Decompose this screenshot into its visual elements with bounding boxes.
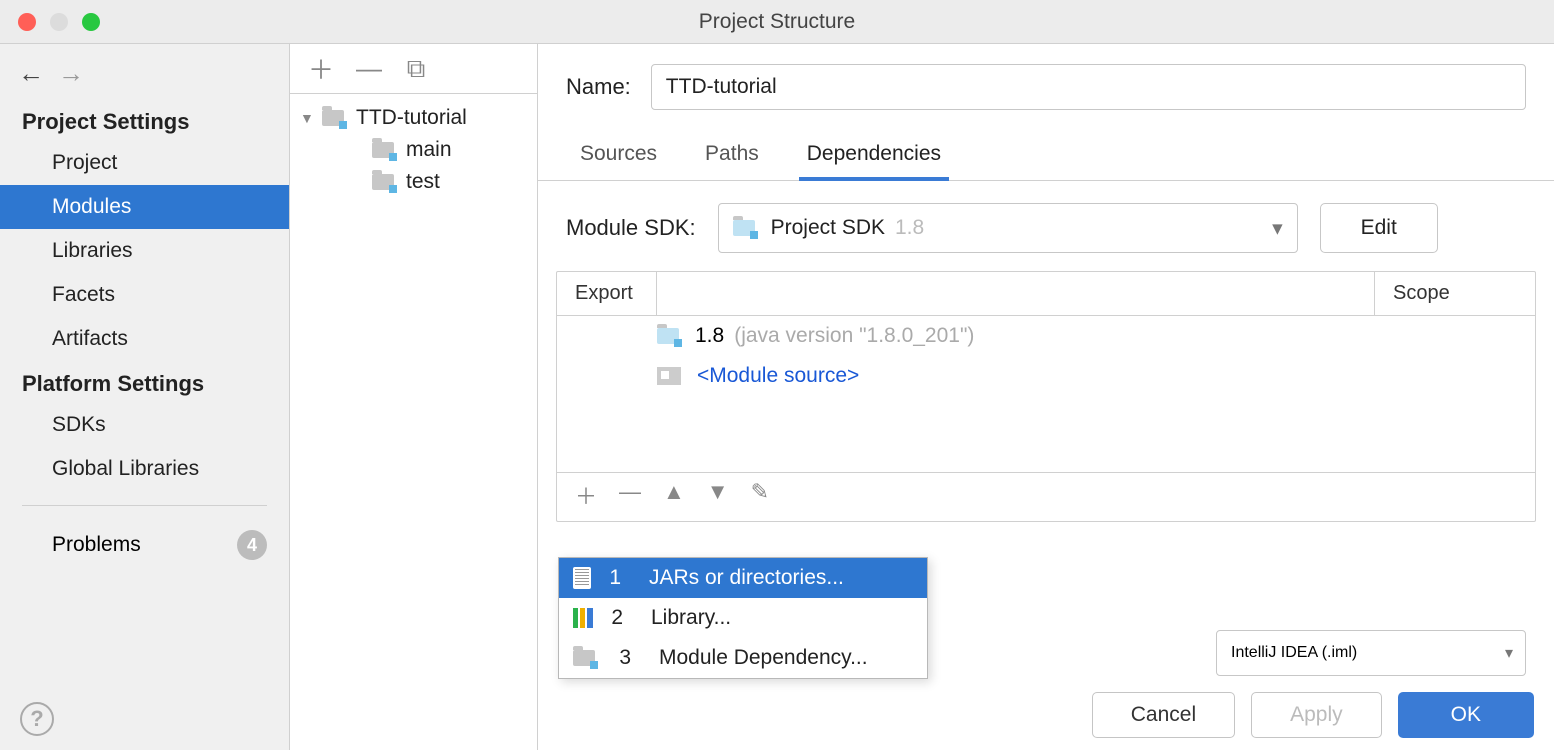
popup-item-library[interactable]: 2 Library... [559,598,927,638]
problems-label: Problems [52,533,141,557]
jar-icon [573,567,591,589]
add-icon[interactable]: ＋ [308,50,332,87]
chevron-down-icon: ▾ [1272,216,1283,241]
col-scope: Scope [1375,272,1535,315]
tab-dependencies[interactable]: Dependencies [803,132,945,180]
dep-name: 1.8 [695,324,724,348]
add-dependency-popup: 1 JARs or directories... 2 Library... 3 … [558,557,928,679]
sidebar-item-sdks[interactable]: SDKs [0,403,289,447]
dependency-row[interactable]: <Module source> [557,356,1535,396]
window-title: Project Structure [0,10,1554,34]
name-label: Name: [566,74,631,100]
source-icon [657,367,681,385]
sdk-value: Project SDK [771,216,885,240]
name-input[interactable] [651,64,1526,110]
remove-icon[interactable]: — [356,53,380,84]
popup-item-module-dependency[interactable]: 3 Module Dependency... [559,638,927,678]
forward-icon: → [58,58,84,89]
minimize-icon [50,13,68,31]
maximize-icon[interactable] [82,13,100,31]
edit-button[interactable]: Edit [1320,203,1438,253]
format-value: IntelliJ IDEA (.iml) [1231,644,1357,662]
tree-root-label: TTD-tutorial [356,106,467,130]
sidebar-item-artifacts[interactable]: Artifacts [0,317,289,361]
chevron-down-icon: ▾ [1505,643,1513,663]
col-name [657,272,1375,315]
window-controls [18,13,100,31]
tree-root[interactable]: ▼ TTD-tutorial [300,102,527,134]
sidebar-item-libraries[interactable]: Libraries [0,229,289,273]
chevron-down-icon[interactable]: ▼ [300,110,316,126]
tab-sources[interactable]: Sources [576,132,661,180]
up-icon[interactable]: ▲ [663,479,685,511]
tree-item-test[interactable]: test [300,166,527,198]
popup-shortcut: 1 [603,566,621,590]
apply-button: Apply [1251,692,1382,738]
dep-name: <Module source> [697,364,859,388]
back-icon[interactable]: ← [18,58,44,89]
section-platform-settings: Platform Settings [0,361,289,403]
dep-suffix: (java version "1.8.0_201") [734,324,974,348]
remove-icon[interactable]: — [619,479,641,511]
popup-shortcut: 3 [613,646,631,670]
popup-item-jars[interactable]: 1 JARs or directories... [559,558,927,598]
library-icon [573,608,593,628]
edit-icon[interactable]: ✎ [751,479,769,511]
popup-label: JARs or directories... [649,566,844,590]
ok-button[interactable]: OK [1398,692,1534,738]
module-icon [372,142,394,158]
sidebar-item-project[interactable]: Project [0,141,289,185]
titlebar: Project Structure [0,0,1554,44]
divider [22,505,267,506]
copy-icon[interactable]: ⧉ [404,53,428,85]
problems-badge: 4 [237,530,267,560]
sidebar-item-modules[interactable]: Modules [0,185,289,229]
format-select[interactable]: IntelliJ IDEA (.iml) ▾ [1216,630,1526,676]
down-icon[interactable]: ▼ [707,479,729,511]
close-icon[interactable] [18,13,36,31]
module-icon [573,650,595,666]
tree-item-label: test [406,170,440,194]
dependencies-table: Export Scope 1.8 (java version "1.8.0_20… [556,271,1536,522]
sidebar: ← → Project Settings Project Modules Lib… [0,44,290,750]
cancel-button[interactable]: Cancel [1092,692,1235,738]
help-icon[interactable]: ? [20,702,54,736]
popup-shortcut: 2 [605,606,623,630]
sidebar-item-facets[interactable]: Facets [0,273,289,317]
popup-label: Module Dependency... [659,646,868,670]
sidebar-item-global-libraries[interactable]: Global Libraries [0,447,289,491]
sdk-icon [657,328,679,344]
module-icon [372,174,394,190]
tree-item-main[interactable]: main [300,134,527,166]
popup-label: Library... [651,606,731,630]
sidebar-item-problems[interactable]: Problems 4 [0,520,289,570]
add-icon[interactable]: ＋ [575,479,597,511]
sdk-icon [733,220,755,236]
module-sdk-select[interactable]: Project SDK 1.8 ▾ [718,203,1298,253]
col-export: Export [557,272,657,315]
module-sdk-label: Module SDK: [566,215,696,241]
dependency-row[interactable]: 1.8 (java version "1.8.0_201") [557,316,1535,356]
footer: Cancel Apply OK [538,680,1554,750]
module-icon [322,110,344,126]
tree-item-label: main [406,138,452,162]
module-tree: ＋ — ⧉ ▼ TTD-tutorial main test [290,44,538,750]
section-project-settings: Project Settings [0,99,289,141]
tab-paths[interactable]: Paths [701,132,763,180]
sdk-version: 1.8 [895,216,924,240]
